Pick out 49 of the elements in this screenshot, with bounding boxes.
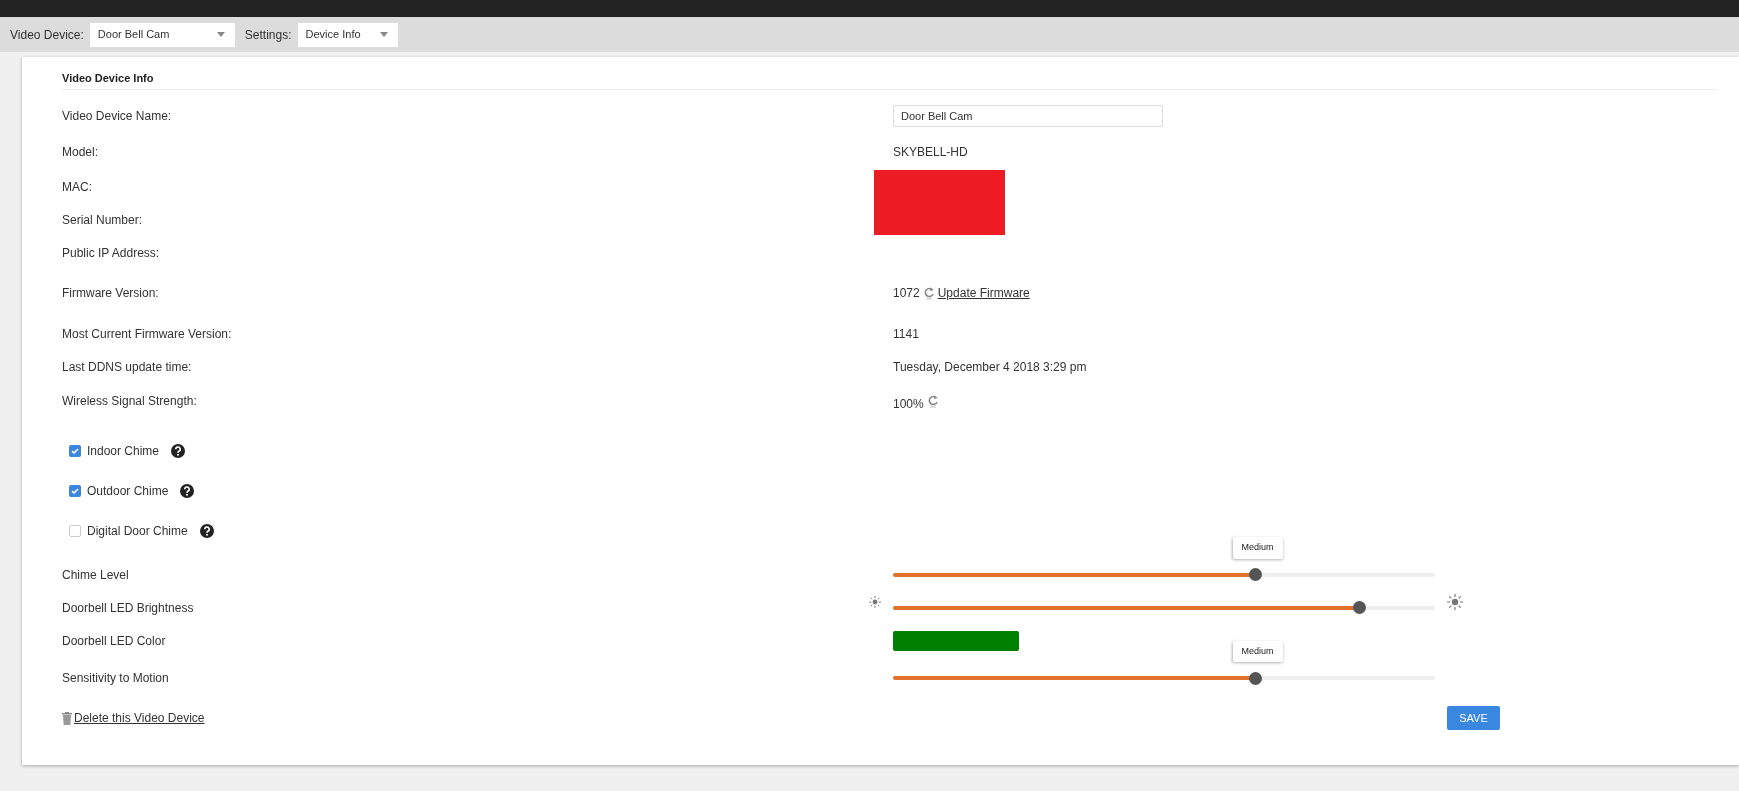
update-firmware-link[interactable]: Update Firmware [937,284,1030,302]
caret-icon [379,32,388,37]
caret-icon [216,32,225,37]
field-value: 1141 [893,326,919,343]
dropdown-label: Video Device: [10,26,84,44]
field-label: Last DDNS update time: [62,359,193,376]
slider-thumb[interactable] [1248,671,1262,685]
slider-thumb[interactable] [1248,568,1262,581]
slider-tooltip: Medium [1232,640,1283,662]
checkbox[interactable] [69,445,81,457]
save-button[interactable]: SAVE [1447,706,1500,730]
field-value: 100% [893,396,924,413]
field-value: 1072 [893,285,920,302]
refresh-icon[interactable] [922,286,935,300]
field-label: Doorbell LED Brightness [62,599,195,617]
field-label: Firmware Version: [62,285,160,302]
field-label: Serial Number: [62,211,144,229]
field-label: Most Current Firmware Version: [62,326,233,343]
refresh-icon[interactable] [926,394,939,408]
checkbox-label: Indoor Chime [87,443,160,460]
sun-icon [869,596,881,608]
slider-thumb[interactable] [1353,601,1367,614]
field-label: Video Device Name: [62,108,173,125]
field-label: Public IP Address: [62,244,161,262]
sun-icon [1447,594,1463,610]
field-label: Sensitivity to Motion [62,670,170,687]
checkbox-label: Outdoor Chime [87,483,169,500]
checkbox[interactable] [69,525,81,537]
field-label: Chime Level [62,566,130,584]
dropdown-label: Settings: [244,26,292,44]
section-title: Video Device Info [62,72,154,84]
settings-dropdown[interactable]: Device Info [297,22,398,47]
field-label: MAC: [62,178,93,196]
field-label: Doorbell LED Color [62,633,167,650]
field-value: Tuesday, December 4 2018 3:29 pm [893,359,1087,376]
checkbox-label: Digital Door Chime [87,523,188,540]
slider-tooltip: Medium [1232,537,1283,559]
field-value: SKYBELL-HD [893,144,968,161]
field-label: Wireless Signal Strength: [62,393,198,410]
field-label: Model: [62,144,100,161]
trash-icon [62,711,72,725]
device-dropdown[interactable]: Door Bell Cam [89,22,235,47]
help-icon[interactable] [180,484,195,498]
checkbox[interactable] [69,485,81,497]
help-icon[interactable] [171,444,186,458]
delete-device-link[interactable]: Delete this Video Device [74,709,205,727]
help-icon[interactable] [199,524,214,538]
name-input[interactable]: Door Bell Cam [893,105,1163,127]
led-color-swatch[interactable] [893,631,1019,651]
